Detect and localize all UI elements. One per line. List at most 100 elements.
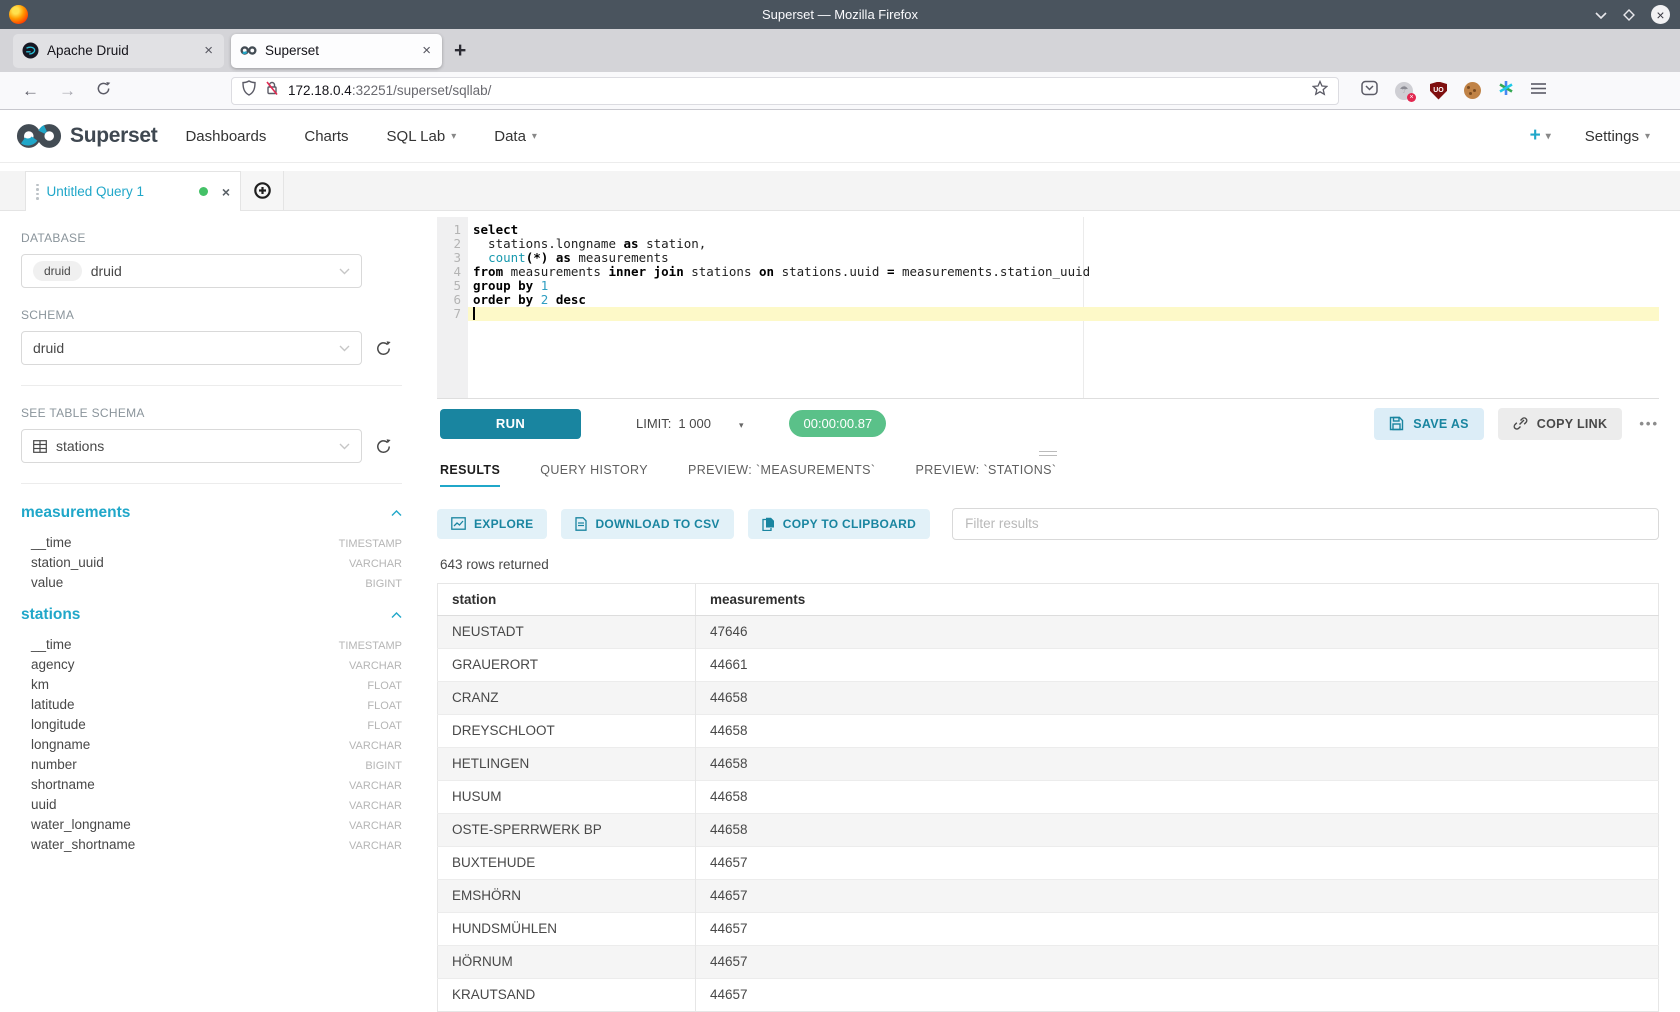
tab-results[interactable]: RESULTS [440, 463, 500, 487]
code-line[interactable]: stations.longname as station, [473, 237, 1659, 251]
schema-column-row[interactable]: uuidVARCHAR [21, 794, 402, 814]
editor-code[interactable]: select stations.longname as station, cou… [468, 217, 1659, 398]
save-as-button[interactable]: SAVE AS [1374, 408, 1484, 440]
refresh-schema-icon[interactable] [375, 340, 392, 357]
copy-link-button[interactable]: COPY LINK [1498, 408, 1623, 440]
tab-query-history[interactable]: QUERY HISTORY [540, 463, 648, 487]
chevron-up-icon[interactable] [391, 612, 402, 619]
browser-tab-superset[interactable]: Superset × [231, 34, 442, 68]
back-icon[interactable]: ← [22, 81, 39, 101]
browser-nav-toolbar: ← → 172.18.0.4:32251/superset/sqllab/ ☂×… [0, 72, 1680, 110]
result-row[interactable]: KRAUTSAND44657 [438, 978, 1659, 1011]
tab-close-icon[interactable]: × [420, 42, 433, 59]
add-query-tab-button[interactable] [241, 171, 284, 210]
clipboard-icon [762, 517, 775, 531]
pane-resize-handle[interactable] [1039, 451, 1057, 456]
refresh-table-icon[interactable] [375, 438, 392, 455]
result-row[interactable]: GRAUERORT44661 [438, 648, 1659, 681]
result-row[interactable]: EMSHÖRN44657 [438, 879, 1659, 912]
query-tab-untitled-query-1[interactable]: Untitled Query 1 × [25, 171, 241, 211]
result-row[interactable]: OSTE-SPERRWERK BP44658 [438, 813, 1659, 846]
superset-logo[interactable]: Superset [16, 123, 157, 149]
schema-column-row[interactable]: valueBIGINT [21, 572, 402, 592]
code-line[interactable]: order by 2 desc [473, 293, 1659, 307]
blocked-profile-extension-icon[interactable]: ☂× [1395, 82, 1413, 100]
window-maximize-icon[interactable] [1623, 9, 1635, 21]
nav-item-dashboards[interactable]: Dashboards [185, 128, 266, 145]
code-line[interactable]: group by 1 [473, 279, 1659, 293]
tab-preview-stations[interactable]: PREVIEW: `STATIONS` [915, 463, 1056, 487]
result-row[interactable]: HUNDSMÜHLEN44657 [438, 912, 1659, 945]
schema-column-row[interactable]: water_shortnameVARCHAR [21, 834, 402, 854]
code-line[interactable]: select [473, 223, 1659, 237]
schema-column-row[interactable]: shortnameVARCHAR [21, 774, 402, 794]
pocket-icon[interactable] [1361, 80, 1378, 101]
tab-preview-measurements[interactable]: PREVIEW: `MEASUREMENTS` [688, 463, 875, 487]
menu-icon[interactable] [1531, 82, 1546, 100]
schema-column-row[interactable]: kmFLOAT [21, 674, 402, 694]
schema-column-row[interactable]: longitudeFLOAT [21, 714, 402, 734]
nav-item-charts[interactable]: Charts [304, 128, 348, 145]
result-row[interactable]: HETLINGEN44658 [438, 747, 1659, 780]
schema-column-row[interactable]: __timeTIMESTAMP [21, 634, 402, 654]
explore-button[interactable]: EXPLORE [437, 509, 547, 539]
schema-column-row[interactable]: numberBIGINT [21, 754, 402, 774]
url-bar[interactable]: 172.18.0.4:32251/superset/sqllab/ [231, 77, 1339, 105]
new-tab-button[interactable]: + [454, 40, 466, 61]
rows-returned-text: 643 rows returned [437, 557, 1659, 572]
copy-clipboard-button[interactable]: COPY TO CLIPBOARD [748, 509, 930, 539]
schema-column-row[interactable]: longnameVARCHAR [21, 734, 402, 754]
reload-icon[interactable] [96, 81, 111, 101]
url-text[interactable]: 172.18.0.4:32251/superset/sqllab/ [288, 83, 1303, 98]
schema-column-row[interactable]: station_uuidVARCHAR [21, 552, 402, 572]
window-titlebar: Superset — Mozilla Firefox × [0, 0, 1680, 29]
result-row[interactable]: HUSUM44658 [438, 780, 1659, 813]
column-header-measurements[interactable]: measurements [696, 583, 1659, 615]
result-row[interactable]: HÖRNUM44657 [438, 945, 1659, 978]
browser-tab-apache-druid[interactable]: Apache Druid × [13, 34, 224, 68]
chevron-up-icon[interactable] [391, 510, 402, 517]
result-row[interactable]: CRANZ44658 [438, 681, 1659, 714]
shield-icon[interactable] [242, 80, 256, 101]
schema-select[interactable]: druid [21, 331, 362, 365]
schema-column-row[interactable]: water_longnameVARCHAR [21, 814, 402, 834]
schema-column-row[interactable]: latitudeFLOAT [21, 694, 402, 714]
sql-editor[interactable]: 1234567 select stations.longname as stat… [437, 217, 1659, 399]
more-actions-icon[interactable]: ••• [1639, 416, 1659, 431]
nav-item-sql-lab[interactable]: SQL Lab▾ [387, 128, 457, 145]
drag-handle-icon[interactable] [36, 184, 39, 200]
settings-menu[interactable]: Settings▾ [1585, 128, 1650, 145]
database-select[interactable]: druid druid [21, 254, 362, 288]
result-row[interactable]: NEUSTADT47646 [438, 615, 1659, 648]
table-section-header[interactable]: measurements [21, 504, 402, 522]
code-line[interactable] [473, 307, 1659, 321]
result-row[interactable]: DREYSCHLOOT44658 [438, 714, 1659, 747]
schema-column-row[interactable]: __timeTIMESTAMP [21, 532, 402, 552]
nav-item-data[interactable]: Data▾ [494, 128, 537, 145]
table-section-header[interactable]: stations [21, 606, 402, 624]
bookmark-star-icon[interactable] [1312, 80, 1328, 101]
database-value: druid [91, 263, 330, 279]
limit-value: 1 000 [678, 416, 711, 431]
code-line[interactable]: from measurements inner join stations on… [473, 265, 1659, 279]
tab-close-icon[interactable]: × [202, 42, 215, 59]
filter-results-input[interactable] [952, 508, 1659, 540]
insecure-lock-icon[interactable] [265, 80, 279, 101]
close-query-tab-icon[interactable]: × [222, 184, 230, 200]
schema-column-row[interactable]: agencyVARCHAR [21, 654, 402, 674]
cookie-extension-icon[interactable] [1464, 82, 1481, 99]
colorful-asterisk-extension-icon[interactable] [1498, 80, 1514, 101]
new-item-button[interactable]: +▾ [1530, 125, 1551, 147]
ublock-origin-icon[interactable]: UO [1430, 82, 1447, 100]
column-header-station[interactable]: station [438, 583, 696, 615]
run-button[interactable]: RUN [440, 409, 581, 439]
window-title: Superset — Mozilla Firefox [0, 7, 1680, 22]
code-line[interactable]: count(*) as measurements [473, 251, 1659, 265]
window-minimize-icon[interactable] [1595, 11, 1607, 19]
forward-icon[interactable]: → [59, 81, 76, 101]
limit-dropdown[interactable]: LIMIT: 1 000 ▾ [636, 416, 743, 431]
download-csv-button[interactable]: DOWNLOAD TO CSV [561, 509, 733, 539]
table-schema-select[interactable]: stations [21, 429, 362, 463]
result-row[interactable]: BUXTEHUDE44657 [438, 846, 1659, 879]
window-close-icon[interactable]: × [1651, 5, 1670, 24]
